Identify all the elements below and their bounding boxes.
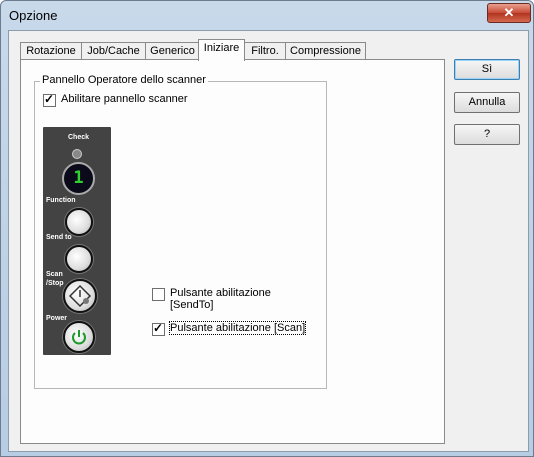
- group-title: Pannello Operatore dello scanner: [40, 74, 208, 86]
- help-button[interactable]: ?: [454, 124, 520, 145]
- tab-page-iniziare: Pannello Operatore dello scanner ✓ Abili…: [20, 59, 445, 444]
- tab-iniziare[interactable]: Iniziare: [198, 39, 245, 61]
- scan-label: Scan: [46, 271, 63, 278]
- sendto-button-icon: [65, 245, 93, 273]
- enable-panel-checkbox[interactable]: ✓: [43, 92, 56, 107]
- tab-filtro[interactable]: Filtro.: [244, 42, 286, 60]
- scan-diamond-icon: [68, 284, 92, 308]
- check-label: Check: [68, 134, 90, 141]
- checkmark-icon: ✓: [153, 321, 164, 335]
- enable-panel-label: Abilitare pannello scanner: [61, 93, 188, 105]
- dialog-window: Opzione ✕ Rotazione Job/Cache Generico I…: [0, 0, 534, 457]
- checkmark-icon: ✓: [44, 92, 55, 106]
- close-icon: ✕: [503, 5, 515, 20]
- sendto-enable-checkbox-row[interactable]: Pulsante abilitazione [SendTo]: [152, 287, 271, 311]
- tab-generico[interactable]: Generico: [145, 42, 200, 60]
- sendto-enable-label-line2: [SendTo]: [170, 299, 214, 311]
- sendto-enable-label-line1: Pulsante abilitazione: [170, 287, 271, 299]
- scan-enable-label: Pulsante abilitazione [Scan]: [168, 321, 307, 335]
- window-title: Opzione: [9, 8, 58, 23]
- sendto-enable-checkbox[interactable]: [152, 288, 165, 301]
- scan-stop-button-icon: [63, 279, 97, 313]
- tab-job-cache[interactable]: Job/Cache: [81, 42, 146, 60]
- tab-rotazione[interactable]: Rotazione: [20, 42, 82, 60]
- power-icon: [72, 330, 86, 345]
- counter-digit: 1: [73, 168, 84, 188]
- function-button-icon: [65, 208, 93, 236]
- scan-enable-checkbox-row[interactable]: ✓ Pulsante abilitazione [Scan]: [152, 321, 307, 336]
- ok-button[interactable]: Sì: [454, 59, 520, 80]
- title-bar[interactable]: Opzione ✕: [1, 1, 533, 29]
- stop-label: /Stop: [46, 280, 64, 287]
- close-button[interactable]: ✕: [487, 3, 531, 23]
- scan-enable-checkbox[interactable]: ✓: [152, 321, 165, 336]
- operator-panel-image: Check 1 Function Send to Scan /Stop Powe…: [43, 127, 111, 355]
- function-label: Function: [46, 197, 76, 204]
- power-button-icon: [63, 321, 95, 353]
- sendto-enable-label: Pulsante abilitazione [SendTo]: [170, 287, 271, 311]
- cancel-button[interactable]: Annulla: [454, 92, 520, 113]
- counter-display: 1: [62, 162, 95, 195]
- scanner-panel-group: Pannello Operatore dello scanner ✓ Abili…: [34, 74, 327, 389]
- enable-panel-checkbox-row[interactable]: ✓ Abilitare pannello scanner: [43, 92, 188, 107]
- power-label: Power: [46, 315, 68, 322]
- check-led-icon: [72, 149, 82, 159]
- tab-compressione[interactable]: Compressione: [285, 42, 366, 60]
- sendto-label: Send to: [46, 234, 72, 241]
- dialog-client: Rotazione Job/Cache Generico Iniziare Fi…: [8, 30, 529, 452]
